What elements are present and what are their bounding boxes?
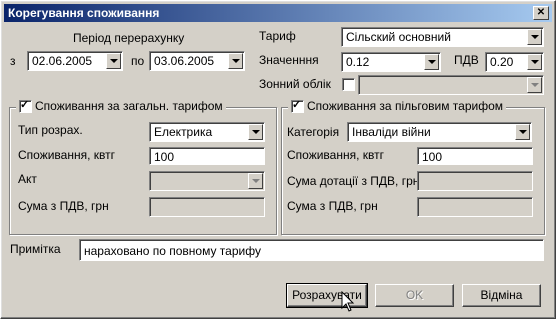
zone-select [358,75,544,95]
general-tariff-legend: Споживання за загальн. тарифом [16,98,226,113]
note-label: Примітка [10,242,61,256]
subsidy-label: Сума дотації з ПДВ, грн [287,174,420,188]
vat-select[interactable]: 0.20 [485,52,544,72]
to-date-picker[interactable]: 03.06.2005 [149,51,245,71]
zone-checkbox[interactable] [342,78,355,91]
chevron-down-icon[interactable] [527,29,542,45]
general-consumption-input[interactable]: 100 [149,147,265,165]
privilege-sum-field [417,197,533,217]
privilege-consumption-label: Споживання, квтг [287,148,385,162]
period-label: Період перерахунку [73,31,185,45]
general-sum-field [149,197,265,217]
ok-button[interactable]: OK [375,284,454,307]
vat-value: 0.20 [490,55,514,69]
calc-type-label: Тип розрах. [18,123,83,137]
window-title: Корегування споживання [8,6,160,20]
title-bar[interactable]: Корегування споживання ✕ [4,4,552,22]
chevron-down-icon[interactable] [106,53,121,69]
subsidy-field [417,171,533,191]
chevron-down-icon[interactable] [527,54,542,70]
value-select[interactable]: 0.12 [341,52,441,72]
value-label: Значенння [259,53,319,67]
value-value: 0.12 [346,55,370,69]
privilege-tariff-legend: Споживання за пільговим тарифом [288,98,507,113]
general-tariff-legend-text: Споживання за загальн. тарифом [35,99,223,113]
chevron-down-icon[interactable] [515,124,530,140]
calc-type-value: Електрика [154,125,213,139]
general-tariff-checkbox[interactable] [19,98,32,113]
act-select [149,171,265,191]
tariff-label: Тариф [259,29,296,43]
general-consumption-label: Споживання, квтг [18,148,116,162]
close-button[interactable]: ✕ [533,6,549,20]
category-select[interactable]: Інваліди війни [347,122,532,142]
chevron-down-icon [248,173,263,189]
general-sum-label: Сума з ПДВ, грн [18,199,109,213]
privilege-consumption-input[interactable]: 100 [417,147,533,165]
chevron-down-icon [527,77,542,93]
chevron-down-icon[interactable] [424,54,439,70]
calc-type-select[interactable]: Електрика [149,122,265,142]
privilege-sum-label: Сума з ПДВ, грн [287,199,378,213]
act-label: Акт [18,172,37,186]
cancel-button[interactable]: Відміна [462,284,541,307]
chevron-down-icon[interactable] [228,53,243,69]
mouse-cursor-icon [341,291,355,312]
from-date-value: 02.06.2005 [32,54,93,68]
vat-label: ПДВ [454,53,479,67]
calculate-button[interactable]: Розрахувати [286,283,368,308]
chevron-down-icon[interactable] [248,124,263,140]
category-value: Інваліди війни [352,125,431,139]
zone-label: Зонний облік [259,77,331,91]
privilege-tariff-legend-text: Споживання за пільговим тарифом [307,99,504,113]
to-label: по [131,54,145,68]
tariff-select[interactable]: Сільский основний [341,27,544,47]
privilege-tariff-checkbox[interactable] [291,98,304,113]
tariff-value: Сільский основний [346,30,451,44]
to-date-value: 03.06.2005 [154,54,215,68]
note-input[interactable]: нараховано по повному тарифу [79,239,544,261]
from-date-picker[interactable]: 02.06.2005 [27,51,123,71]
dialog-window: Корегування споживання ✕ Період перераху… [0,0,556,319]
category-label: Категорія [287,125,340,139]
from-label: з [10,54,16,68]
close-icon: ✕ [536,7,546,18]
